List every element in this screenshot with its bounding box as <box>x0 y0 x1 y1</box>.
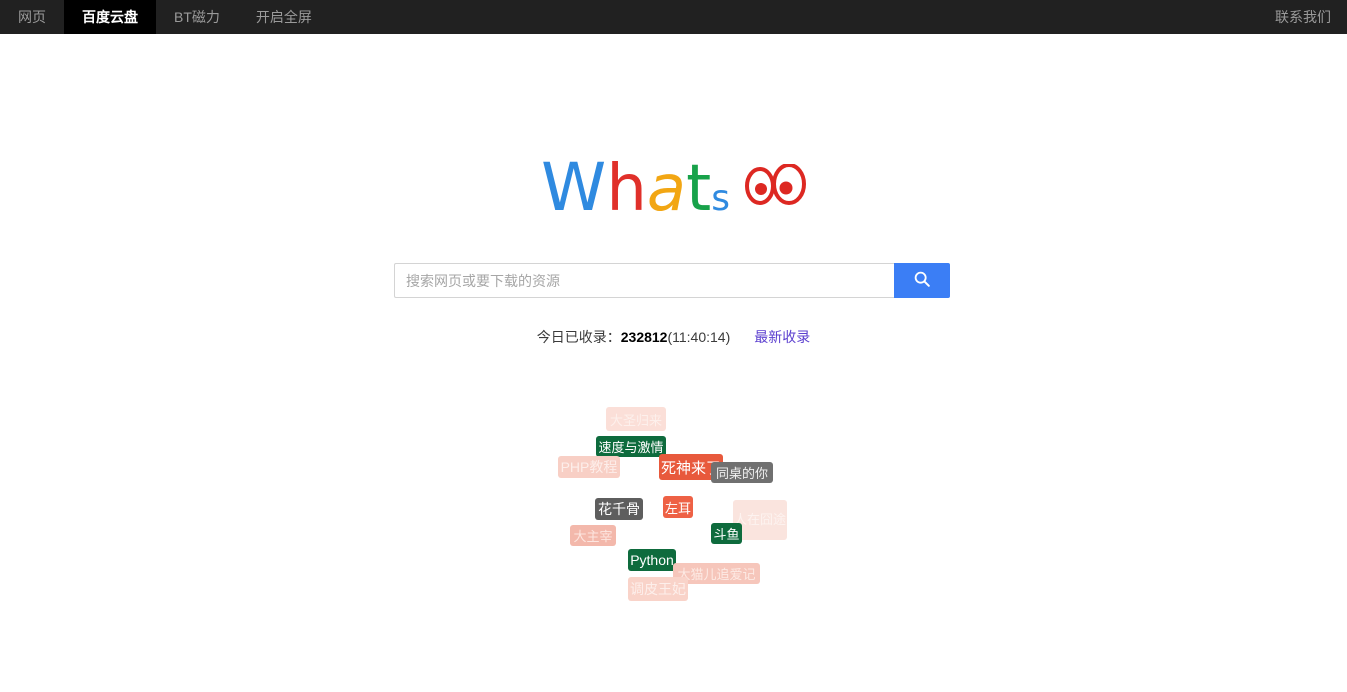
stats-prefix-label: 今日已收录： <box>537 329 621 345</box>
logo-wordmark: Whats <box>541 155 806 221</box>
stats-time-value: (11:40:14) <box>667 329 730 345</box>
nav-item-label: BT磁力 <box>174 0 220 34</box>
search-input[interactable] <box>394 263 894 298</box>
logo-letter-w: W <box>541 149 606 226</box>
stats-count-value: 232812 <box>621 329 668 345</box>
eyes-icon <box>744 153 806 217</box>
search-bar <box>394 263 950 298</box>
logo-letter-t: t <box>686 152 711 226</box>
tag-cloud-item[interactable]: 速度与激情 <box>596 436 666 457</box>
top-navigation-bar: 网页 百度云盘 BT磁力 开启全屏 联系我们 <box>0 0 1347 34</box>
tag-cloud-item[interactable]: 调皮王妃 <box>628 577 688 601</box>
nav-item-contact-0[interactable]: 联系我们 <box>1257 0 1347 34</box>
site-logo: Whats <box>0 155 1347 235</box>
tag-cloud-item[interactable]: 大圣归来 <box>606 407 666 431</box>
nav-item-0[interactable]: 网页 <box>0 0 64 34</box>
nav-item-3[interactable]: 开启全屏 <box>238 0 330 34</box>
nav-item-label: 百度云盘 <box>82 0 138 34</box>
search-button[interactable] <box>894 263 950 298</box>
tag-cloud-item[interactable]: 花千骨 <box>595 498 643 520</box>
nav-left-group: 网页 百度云盘 BT磁力 开启全屏 <box>0 0 330 34</box>
tag-cloud-item[interactable]: PHP教程 <box>558 456 620 478</box>
tag-cloud-item[interactable]: 同桌的你 <box>711 462 773 483</box>
nav-item-label: 联系我们 <box>1275 0 1331 34</box>
nav-item-label: 开启全屏 <box>256 0 312 34</box>
search-icon <box>913 270 931 291</box>
nav-item-label: 网页 <box>18 0 46 34</box>
logo-letter-a: a <box>647 152 686 226</box>
logo-letter-h: h <box>606 152 647 226</box>
tag-cloud-item[interactable]: Python <box>628 549 676 571</box>
nav-item-1[interactable]: 百度云盘 <box>64 0 156 34</box>
tag-cloud: 大圣归来速度与激情PHP教程死神来了同桌的你花千骨左耳人在囧途大主宰斗鱼Pyth… <box>0 395 1347 625</box>
tag-cloud-item[interactable]: 大主宰 <box>570 525 616 546</box>
tag-cloud-item[interactable]: 左耳 <box>663 496 693 518</box>
logo-letter-s: s <box>711 178 730 219</box>
nav-right-group: 联系我们 <box>1257 0 1347 34</box>
nav-spacer <box>330 0 1257 34</box>
stats-row: 今日已收录：232812(11:40:14) 最新收录 <box>0 327 1347 347</box>
latest-records-link[interactable]: 最新收录 <box>754 329 810 345</box>
nav-item-2[interactable]: BT磁力 <box>156 0 238 34</box>
tag-cloud-item[interactable]: 斗鱼 <box>711 523 742 544</box>
